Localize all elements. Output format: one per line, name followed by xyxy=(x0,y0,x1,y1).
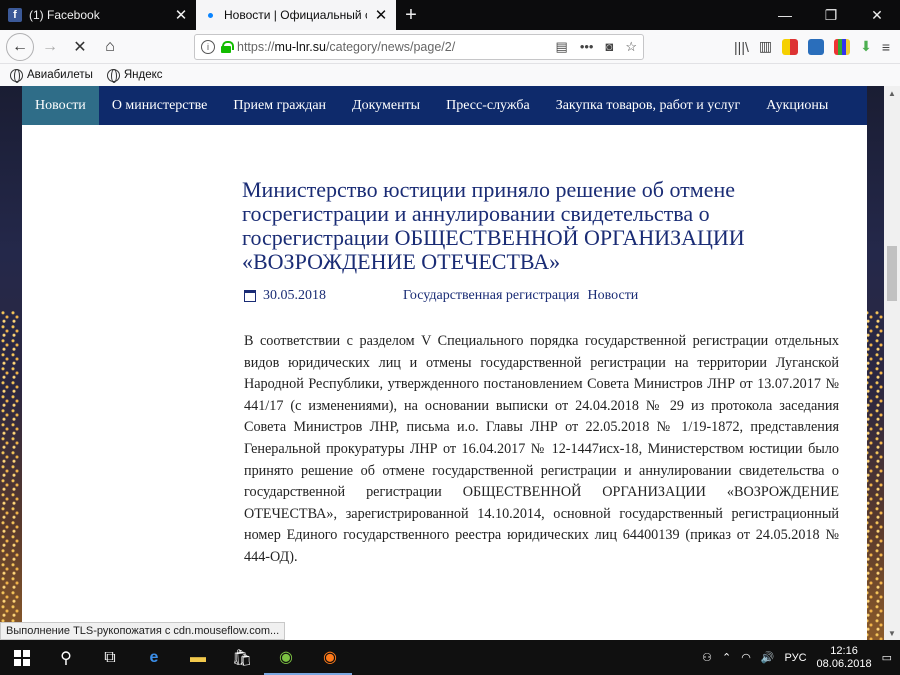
clock-date: 08.06.2018 xyxy=(816,657,872,670)
start-button[interactable] xyxy=(0,640,44,675)
scroll-up-arrow-icon[interactable]: ▲ xyxy=(884,86,900,100)
menu-item-about[interactable]: О министерстве xyxy=(99,86,221,125)
loading-dot-icon xyxy=(208,12,213,18)
restore-button[interactable]: ❐ xyxy=(808,0,854,30)
site-menu: Новости О министерстве Прием граждан Док… xyxy=(22,86,867,125)
system-tray: ⚇ ⌃ ◠ 🔊 РУС 12:16 08.06.2018 ▭ xyxy=(702,645,900,671)
firefox-icon[interactable]: ◉ xyxy=(308,640,352,675)
menu-item-documents[interactable]: Документы xyxy=(339,86,433,125)
close-tab-icon[interactable]: ✕ xyxy=(174,6,188,24)
pocket-icon[interactable]: ◙ xyxy=(605,39,613,55)
reader-view-icon[interactable]: ▤ xyxy=(556,39,568,55)
article-date: 30.05.2018 xyxy=(263,288,326,303)
stop-button[interactable]: ✕ xyxy=(66,33,94,61)
people-icon[interactable]: ⚇ xyxy=(702,651,712,664)
browser-window: f (1) Facebook ✕ Новости | Официальный с… xyxy=(0,0,900,675)
url-text[interactable]: https://mu-lnr.su/category/news/page/2/ xyxy=(237,40,550,54)
show-hidden-icons-icon[interactable]: ⌃ xyxy=(722,651,731,664)
toolbar-icons: |||\ ▥ ⬇ ≡ xyxy=(734,38,894,55)
close-tab-icon[interactable]: ✕ xyxy=(374,6,388,24)
category-link[interactable]: Новости xyxy=(588,288,639,304)
volume-icon[interactable]: 🔊 xyxy=(761,651,775,664)
bookmark-label: Яндекс xyxy=(123,69,163,81)
content-area: Министерство юстиции приняло решение об … xyxy=(22,125,867,640)
tab-title: Новости | Официальный сайт xyxy=(224,8,367,22)
url-host: mu-lnr.su xyxy=(274,39,326,54)
clock-time: 12:16 xyxy=(830,644,858,657)
bookmark-yandex[interactable]: Яндекс xyxy=(106,68,163,83)
task-view-icon[interactable]: ⧉ xyxy=(88,640,132,675)
forward-button[interactable]: → xyxy=(36,33,64,61)
menu-item-reception[interactable]: Прием граждан xyxy=(220,86,339,125)
clock[interactable]: 12:16 08.06.2018 xyxy=(817,645,872,671)
scroll-down-arrow-icon[interactable]: ▼ xyxy=(884,626,900,640)
background-city-right xyxy=(864,310,884,640)
article-title[interactable]: Министерство юстиции приняло решение об … xyxy=(242,178,842,274)
page-actions-icon[interactable]: ••• xyxy=(580,39,594,55)
tab-news[interactable]: Новости | Официальный сайт ✕ xyxy=(196,0,396,30)
facebook-icon: f xyxy=(8,8,22,22)
windows-taskbar: ⚲ ⧉ e ▬ 🛍 ◉ ◉ ⚇ ⌃ ◠ 🔊 РУС 12:16 08.06.20… xyxy=(0,640,900,675)
extension-flag-icon[interactable] xyxy=(782,38,799,55)
article-body: В соответствии с разделом V Специального… xyxy=(244,333,839,565)
url-bar[interactable]: i https://mu-lnr.su/category/news/page/2… xyxy=(194,33,644,60)
new-tab-button[interactable]: + xyxy=(396,0,426,30)
tab-facebook[interactable]: f (1) Facebook ✕ xyxy=(0,0,196,30)
menu-item-procurement[interactable]: Закупка товаров, работ и услуг xyxy=(543,86,754,125)
scroll-thumb[interactable] xyxy=(887,246,897,301)
extension-nl-icon[interactable] xyxy=(808,38,825,55)
lock-icon xyxy=(221,40,234,53)
file-explorer-icon[interactable]: ▬ xyxy=(176,640,220,675)
menu-icon[interactable]: ≡ xyxy=(882,39,890,55)
status-bar: Выполнение TLS-рукопожатия с cdn.mousefl… xyxy=(0,622,286,640)
tab-title: (1) Facebook xyxy=(29,8,100,22)
background-city-left xyxy=(0,310,20,640)
home-button[interactable]: ⌂ xyxy=(96,33,124,61)
url-path: /category/news/page/2/ xyxy=(325,39,456,54)
language-indicator[interactable]: РУС xyxy=(785,652,807,664)
category-link[interactable]: Государственная регистрация xyxy=(403,288,580,304)
menu-item-news[interactable]: Новости xyxy=(22,86,99,125)
globe-icon xyxy=(106,68,120,83)
menu-item-press[interactable]: Пресс-служба xyxy=(433,86,543,125)
globe-icon xyxy=(10,68,23,83)
extension-grid-icon[interactable] xyxy=(834,38,851,55)
calendar-icon xyxy=(244,290,256,302)
bookmarks-bar: Авиабилеты Яндекс xyxy=(0,64,900,86)
utorrent-icon[interactable]: ◉ xyxy=(264,640,308,675)
url-prefix: https:// xyxy=(237,39,275,54)
store-icon[interactable]: 🛍 xyxy=(220,640,264,675)
edge-icon[interactable]: e xyxy=(132,640,176,675)
action-center-icon[interactable]: ▭ xyxy=(882,651,892,664)
search-icon[interactable]: ⚲ xyxy=(44,640,88,675)
windows-logo-icon xyxy=(14,649,30,666)
web-page: Новости О министерстве Прием граждан Док… xyxy=(0,86,884,640)
window-controls: — ❐ ✕ xyxy=(762,0,900,30)
article-meta: 30.05.2018 Государственная регистрация Н… xyxy=(244,288,638,304)
download-icon[interactable]: ⬇ xyxy=(860,38,872,55)
tab-strip: f (1) Facebook ✕ Новости | Официальный с… xyxy=(0,0,900,30)
bookmark-star-icon[interactable]: ☆ xyxy=(625,39,637,55)
menu-item-auctions[interactable]: Аукционы xyxy=(753,86,841,125)
sidebar-icon[interactable]: ▥ xyxy=(759,38,772,55)
bookmark-label: Авиабилеты xyxy=(27,69,93,81)
bookmark-aviabilety[interactable]: Авиабилеты xyxy=(10,68,93,83)
back-button[interactable]: ← xyxy=(6,32,34,61)
minimize-button[interactable]: — xyxy=(762,0,808,30)
close-window-button[interactable]: ✕ xyxy=(854,0,900,30)
vertical-scrollbar[interactable]: ▲ ▼ xyxy=(884,86,900,640)
navigation-bar: ← → ✕ ⌂ i https://mu-lnr.su/category/new… xyxy=(0,30,900,64)
info-icon[interactable]: i xyxy=(201,39,215,54)
library-icon[interactable]: |||\ xyxy=(734,39,749,55)
wifi-icon[interactable]: ◠ xyxy=(741,651,751,664)
